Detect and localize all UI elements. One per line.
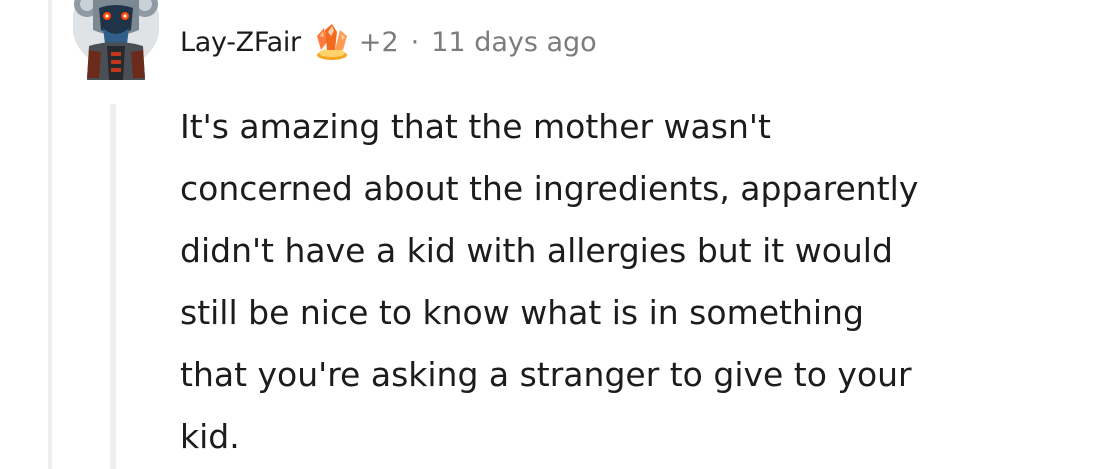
meta-separator: · [410,26,420,58]
outer-thread-line[interactable] [48,0,52,469]
award-count: +2 [358,26,399,58]
comment-thread-line[interactable] [110,104,116,469]
comment-body: It's amazing that the mother wasn't conc… [180,96,1100,468]
comment-text-line: didn't have a kid with allergies but it … [180,231,893,270]
comment-timestamp[interactable]: 11 days ago [431,27,596,58]
username-link[interactable]: Lay-ZFair [180,27,301,58]
crystal-award-icon[interactable] [313,22,351,62]
comment-text-line: concerned about the ingredients, apparen… [180,169,919,208]
comment-header: Lay-ZFair +2 · 11 days ago [180,20,597,64]
user-avatar[interactable] [73,0,159,80]
comment-text-line: that you're asking a stranger to give to… [180,355,912,394]
comment-text-line: It's amazing that the mother wasn't [180,107,771,146]
comment-text-line: kid. [180,417,240,456]
comment-text-line: still be nice to know what is in somethi… [180,293,864,332]
